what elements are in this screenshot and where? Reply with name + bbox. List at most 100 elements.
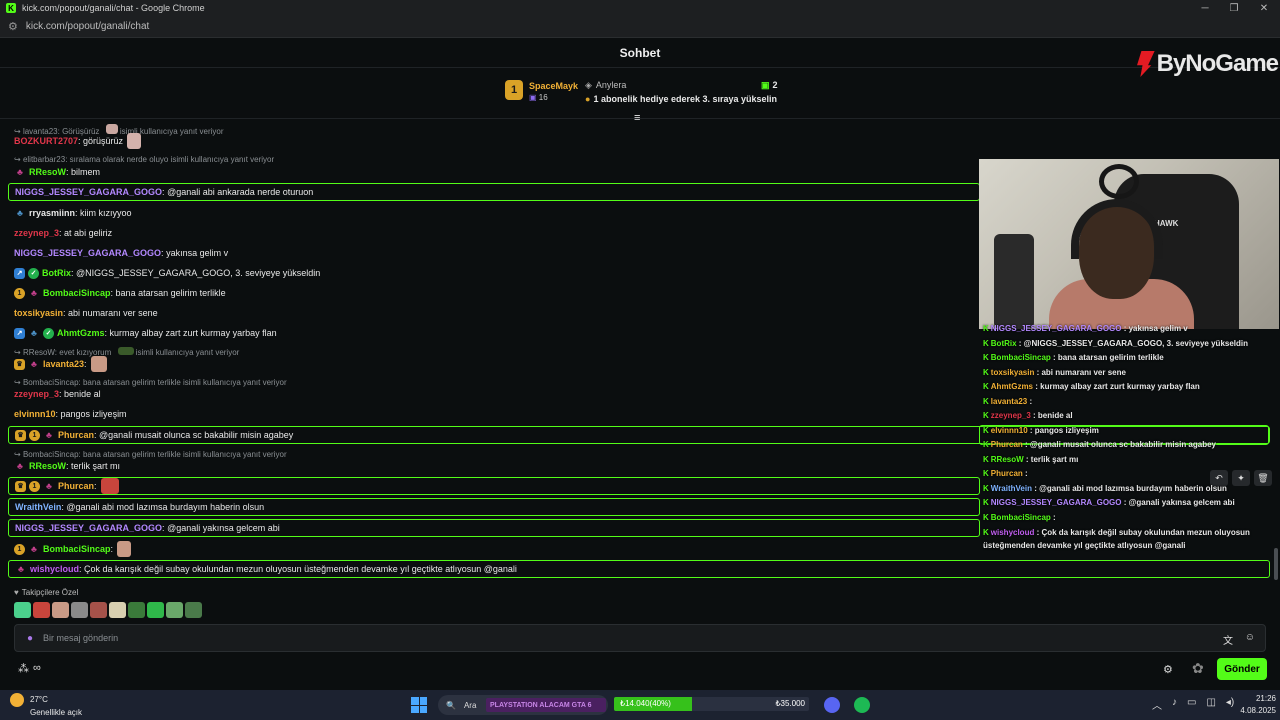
sub-badge-icon: ♣ [18,564,24,574]
gift-leaderboard[interactable]: 1 SpaceMayk ▣ 16 ◈ Anylera ▣ 2 ● 1 abonelik… [505,78,785,108]
emote-icon[interactable] [147,602,164,618]
emote-icon[interactable] [90,602,107,618]
username[interactable]: Phurcan [58,481,94,491]
emote-icon[interactable] [71,602,88,618]
settings-gear-icon[interactable]: ⚙ [1163,663,1173,676]
username[interactable]: NIGGS_JESSEY_GAGARA_GOGO [15,523,162,533]
username[interactable]: AhmtGzms [57,328,105,338]
weather-widget[interactable]: 27°C Genellikle açık [10,693,82,718]
chat-message-mention[interactable]: ♛ 1 ♣ Phurcan: [8,477,980,495]
display-icon[interactable]: ▭ [1187,697,1196,712]
chat-message[interactable]: elvinnn10: pangos izliyeşim [8,405,1270,423]
overlay-line: K RResoW : terlik şart mı [983,455,1079,464]
site-settings-icon[interactable]: ⚙ [8,20,18,33]
translate-icon[interactable]: 文 [1223,632,1233,647]
heart-icon: ♥ [14,588,19,597]
username[interactable]: wishycloud [30,564,79,574]
bynogame-logo: ByNoGame [1133,50,1279,78]
chat-scrollbar[interactable] [1274,548,1278,580]
username[interactable]: NIGGS_JESSEY_GAGARA_GOGO [14,248,161,258]
microphone-icon[interactable]: ● [27,633,33,644]
windows-start-icon[interactable] [411,697,427,713]
emote-icon[interactable] [185,602,202,618]
message-text: bilmem [71,167,101,177]
chat-message-mention[interactable]: WraithVein: @ganali abi mod lazımsa burd… [8,498,980,516]
message-text: benide al [64,389,101,399]
address-bar[interactable]: ⚙ kick.com/popout/ganali/chat [0,16,1280,38]
username[interactable]: elvinnn10 [14,409,56,419]
username[interactable]: BotRix [42,268,71,278]
emote-icon [90,356,107,372]
coin-icon: ● [585,94,591,104]
message-text: @ganali abi mod lazımsa burdayım haberin… [66,502,265,512]
emote-icon[interactable] [33,602,50,618]
promo-banner: PLAYSTATION ALACAM GTA 6 [486,698,606,712]
gifter-badge-icon: 1 [14,287,25,299]
username[interactable]: BombaciSincap [43,544,111,554]
message-text: kiim kızıyyoo [80,208,132,218]
taskbar-search[interactable]: 🔍 Ara PLAYSTATION ALACAM GTA 6 [438,695,608,715]
chat-message-mention[interactable]: ♣ wishycloud: Çok da karışık değil subay … [8,560,1270,578]
minimize-icon[interactable]: ─ [1190,0,1220,16]
emote-icon[interactable] [166,602,183,618]
chat-message-mention[interactable]: NIGGS_JESSEY_GAGARA_GOGO: @ganali yakıns… [8,519,980,537]
delete-icon[interactable]: 🗑 [1254,470,1272,486]
chat-settings-icon[interactable]: ✿ [1192,660,1204,677]
send-button[interactable]: Gönder [1217,658,1267,680]
message-text: @ganali yakınsa gelcem abi [167,523,280,533]
overlay-line: K BombaciSincap : [983,513,1056,522]
username[interactable]: Phurcan [58,430,94,440]
chevron-up-icon[interactable]: ︿ [1152,697,1162,712]
volume-icon[interactable]: ◂) [1226,697,1234,712]
username[interactable]: toxsikyasin [14,308,63,318]
gift-cta[interactable]: ● 1 abonelik hediye ederek 3. sıraya yüks… [585,94,777,104]
username[interactable]: zzeynep_3 [14,389,59,399]
emote-icon[interactable] [14,602,31,618]
username[interactable]: zzeynep_3 [14,228,59,238]
message-text: kurmay albay zart zurt kurmay yarbay fla… [109,328,277,338]
overlay-line: Kzzeynep_3 : benide al [983,411,1073,420]
emoji-icon[interactable]: ☺ [1245,632,1255,643]
pin-icon[interactable]: ✦ [1232,470,1250,486]
divider [0,118,1280,119]
bolt-icon [1137,51,1155,77]
close-icon[interactable]: ✕ [1249,0,1279,16]
username[interactable]: NIGGS_JESSEY_GAGARA_GOGO [15,187,162,197]
system-tray[interactable]: ︿ ♪ ▭ ◫ ◂) [1152,697,1234,712]
emote-quickbar[interactable] [14,602,202,618]
network-icon[interactable]: ◫ [1206,697,1215,712]
user-icon: ◈ [585,80,592,90]
chat-title: Sohbet [0,38,1280,68]
message-text: yakınsa gelim v [166,248,229,258]
second-gifter[interactable]: ◈ Anylera [585,80,626,91]
username[interactable]: RResoW [29,461,66,471]
users-icon[interactable]: ⁂ [18,662,29,675]
mic-tray-icon[interactable]: ♪ [1172,697,1177,712]
emote-icon[interactable] [128,602,145,618]
username[interactable]: BombaciSincap [43,288,111,298]
username[interactable]: WraithVein [15,502,61,512]
message-input[interactable]: ● Bir mesaj gönderin 文 ☺ [14,624,1266,652]
emote-icon[interactable] [109,602,126,618]
emote-icon[interactable] [52,602,69,618]
infinity-icon[interactable]: ∞ [33,662,41,675]
chat-tools[interactable]: ⁂ ∞ [18,662,41,675]
window-titlebar: K kick.com/popout/ganali/chat - Google C… [0,0,1280,16]
username[interactable]: lavanta23 [43,359,84,369]
chat-message-mention[interactable]: NIGGS_JESSEY_GAGARA_GOGO: @ganali abi an… [8,183,980,201]
top-gifter-name[interactable]: SpaceMayk [529,81,578,91]
discord-icon[interactable] [824,697,840,713]
message-text: bana atarsan gelirim terlikle [115,288,226,298]
spotify-icon[interactable] [854,697,870,713]
microphone [994,234,1034,329]
system-clock[interactable]: 21:26 4.08.2025 [1236,693,1276,717]
message-text: @NIGGS_JESSEY_GAGARA_GOGO, 3. seviyeye y… [76,268,321,278]
username[interactable]: RResoW [29,167,66,177]
restore-icon[interactable]: ❐ [1219,0,1249,16]
username[interactable]: BOZKURT2707 [14,136,78,146]
chat-message[interactable]: ♣ RResoW: terlik şart mı [8,457,1270,475]
chat-message[interactable]: BOZKURT2707: görüşürüz [8,132,1270,150]
overlay-line: K AhmtGzms : kurmay albay zart zurt kurma… [983,382,1200,391]
overlay-line: K WraithVein : @ganali abi mod lazımsa bu… [983,484,1227,493]
username[interactable]: rryasmiinn [29,208,75,218]
